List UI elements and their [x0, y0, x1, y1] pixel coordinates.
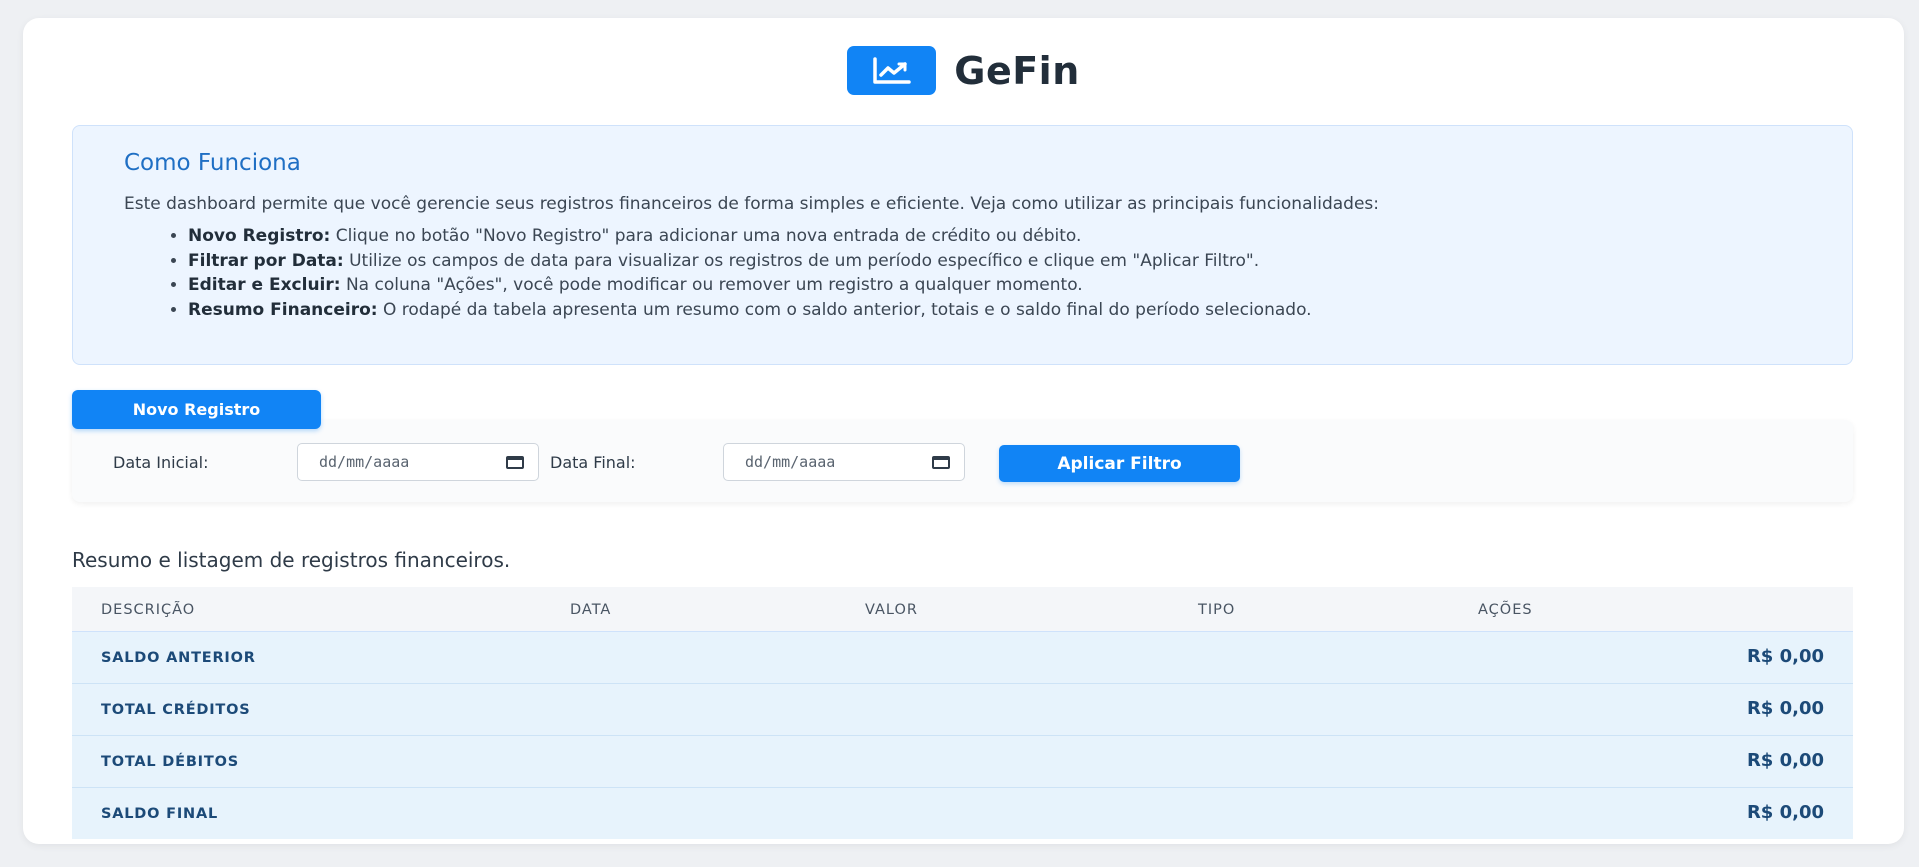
- summary-value: R$ 0,00: [1746, 698, 1824, 719]
- feature-term: Resumo Financeiro:: [188, 299, 378, 320]
- column-header-date: DATA: [570, 602, 612, 618]
- feature-text: Utilize os campos de data para visualiza…: [343, 250, 1260, 271]
- end-date-input[interactable]: dd/mm/aaaa: [723, 443, 965, 481]
- brand-header: GeFin: [23, 46, 1904, 95]
- feature-term: Editar e Excluir:: [188, 275, 341, 295]
- app-title: GeFin: [954, 48, 1080, 93]
- how-it-works-intro: Este dashboard permite que você gerencie…: [124, 194, 1379, 214]
- summary-row-total-credits: TOTAL CRÉDITOS R$ 0,00: [72, 684, 1853, 736]
- feature-item: Filtrar por Data: Utilize os campos de d…: [188, 249, 1802, 274]
- feature-text: Na coluna "Ações", você pode modificar o…: [340, 275, 1083, 295]
- feature-term: Novo Registro:: [188, 226, 331, 246]
- summary-value: R$ 0,00: [1746, 802, 1824, 823]
- line-chart-icon: [847, 46, 937, 95]
- records-table: DESCRIÇÃO DATA VALOR TIPO AÇÕES SALDO AN…: [72, 587, 1853, 839]
- main-card: GeFin Como Funciona Este dashboard permi…: [23, 18, 1904, 844]
- new-record-button[interactable]: Novo Registro: [72, 390, 321, 429]
- calendar-icon[interactable]: [932, 455, 950, 469]
- summary-value: R$ 0,00: [1746, 750, 1824, 771]
- feature-term: Filtrar por Data:: [188, 250, 344, 271]
- summary-label: SALDO FINAL: [101, 806, 219, 822]
- feature-item: Editar e Excluir: Na coluna "Ações", voc…: [188, 273, 1802, 298]
- column-header-description: DESCRIÇÃO: [101, 602, 196, 618]
- how-it-works-title: Como Funciona: [124, 150, 301, 176]
- date-filter-bar: Data Inicial: dd/mm/aaaa Data Final: dd/…: [72, 420, 1853, 502]
- feature-list: Novo Registro: Clique no botão "Novo Reg…: [124, 224, 1802, 322]
- start-date-label: Data Inicial:: [113, 453, 209, 472]
- how-it-works-panel: Como Funciona Este dashboard permite que…: [72, 125, 1853, 365]
- summary-label: TOTAL DÉBITOS: [101, 754, 239, 770]
- feature-item: Resumo Financeiro: O rodapé da tabela ap…: [188, 298, 1802, 323]
- summary-label: TOTAL CRÉDITOS: [101, 702, 251, 718]
- feature-item: Novo Registro: Clique no botão "Novo Reg…: [188, 224, 1802, 249]
- end-date-label: Data Final:: [550, 453, 636, 472]
- start-date-input[interactable]: dd/mm/aaaa: [297, 443, 539, 481]
- apply-filter-button[interactable]: Aplicar Filtro: [999, 445, 1240, 482]
- start-date-placeholder: dd/mm/aaaa: [319, 453, 410, 471]
- summary-value: R$ 0,00: [1746, 646, 1824, 667]
- summary-row-total-debits: TOTAL DÉBITOS R$ 0,00: [72, 736, 1853, 788]
- column-header-type: TIPO: [1198, 602, 1236, 618]
- table-caption: Resumo e listagem de registros financeir…: [72, 548, 511, 572]
- feature-text: Clique no botão "Novo Registro" para adi…: [330, 226, 1082, 246]
- summary-label: SALDO ANTERIOR: [101, 650, 256, 666]
- summary-row-final-balance: SALDO FINAL R$ 0,00: [72, 788, 1853, 839]
- feature-text: O rodapé da tabela apresenta um resumo c…: [377, 299, 1312, 320]
- column-header-actions: AÇÕES: [1478, 602, 1533, 618]
- column-header-value: VALOR: [865, 602, 918, 618]
- summary-row-previous-balance: SALDO ANTERIOR R$ 0,00: [72, 632, 1853, 684]
- calendar-icon[interactable]: [506, 455, 524, 469]
- table-header: DESCRIÇÃO DATA VALOR TIPO AÇÕES: [72, 587, 1853, 632]
- end-date-placeholder: dd/mm/aaaa: [745, 453, 836, 471]
